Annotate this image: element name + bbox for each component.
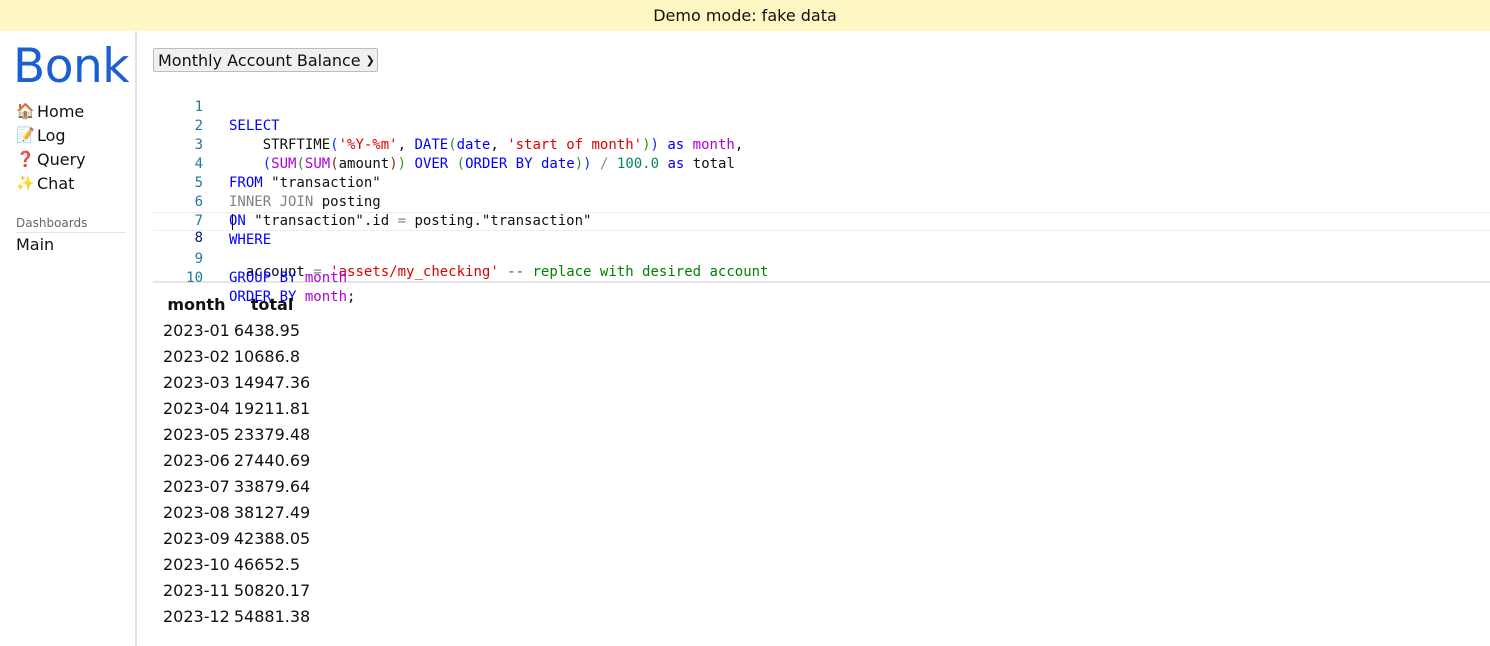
sidebar-nav: 🏠 Home 📝 Log ❓ Query ✨ Chat bbox=[16, 99, 126, 195]
code-line: 5 INNER JOIN posting bbox=[153, 155, 1490, 210]
code-line: 6 ON "transaction".id = posting."transac… bbox=[153, 174, 1490, 229]
table-row: 2023-06 27440.69 bbox=[161, 447, 312, 473]
dashboards-heading: Dashboards bbox=[16, 216, 126, 233]
cell-month: 2023-03 bbox=[163, 372, 230, 392]
cell-total: 19211.81 bbox=[233, 398, 311, 418]
dashboard-item-main[interactable]: Main bbox=[16, 235, 54, 254]
cell-total: 23379.48 bbox=[233, 424, 311, 444]
cell-total: 50820.17 bbox=[233, 580, 311, 600]
demo-mode-text: Demo mode: fake data bbox=[653, 6, 837, 25]
cell-total: 42388.05 bbox=[233, 528, 311, 548]
cell-total: 38127.49 bbox=[233, 502, 311, 522]
cell-month: 2023-06 bbox=[163, 450, 230, 470]
table-row: 2023-08 38127.49 bbox=[161, 499, 312, 525]
table-row: 2023-12 54881.38 bbox=[161, 603, 312, 629]
code-line: 10 ORDER BY month; bbox=[153, 250, 1490, 305]
table-row: 2023-02 10686.8 bbox=[161, 343, 312, 369]
cell-total: 6438.95 bbox=[233, 320, 301, 340]
sidebar: Bonk 🏠 Home 📝 Log ❓ Query ✨ Chat Dashboa… bbox=[0, 31, 137, 646]
table-row: 2023-09 42388.05 bbox=[161, 525, 312, 551]
sidebar-item-label: Chat bbox=[37, 173, 75, 193]
column-header-total: total bbox=[250, 294, 294, 314]
code-line: 1 SELECT bbox=[153, 79, 1490, 134]
column-header-month: month bbox=[167, 294, 226, 314]
cell-month: 2023-04 bbox=[163, 398, 230, 418]
memo-icon: 📝 bbox=[16, 126, 35, 144]
sidebar-item-home[interactable]: 🏠 Home bbox=[16, 99, 126, 123]
code-line: 2 STRFTIME('%Y-%m', DATE(date, 'start of… bbox=[153, 98, 1490, 153]
saved-query-selected-value: Monthly Account Balance bbox=[158, 50, 361, 70]
code-line: 7 WHERE bbox=[153, 193, 1490, 248]
table-row: 2023-10 46652.5 bbox=[161, 551, 312, 577]
table-row: 2023-03 14947.36 bbox=[161, 369, 312, 395]
line-number: 10 bbox=[186, 270, 203, 286]
demo-mode-banner: Demo mode: fake data bbox=[0, 0, 1490, 31]
sidebar-item-label: Query bbox=[37, 149, 86, 169]
table-row: 2023-01 6438.95 bbox=[161, 317, 312, 343]
table-row: 2023-04 19211.81 bbox=[161, 395, 312, 421]
sparkles-icon: ✨ bbox=[16, 174, 35, 192]
cell-month: 2023-01 bbox=[163, 320, 230, 340]
query-page: Monthly Account Balance ❯ 1 SELECT 2 STR… bbox=[153, 31, 1490, 646]
chevron-down-icon: ❯ bbox=[365, 53, 375, 67]
cell-total: 27440.69 bbox=[233, 450, 311, 470]
cell-month: 2023-11 bbox=[163, 580, 230, 600]
cell-month: 2023-08 bbox=[163, 502, 230, 522]
cell-month: 2023-02 bbox=[163, 346, 230, 366]
cell-month: 2023-12 bbox=[163, 606, 230, 626]
cell-total: 33879.64 bbox=[233, 476, 311, 496]
sidebar-item-label: Log bbox=[37, 125, 66, 145]
code-line: 4 FROM "transaction" bbox=[153, 136, 1490, 191]
code-line: 9 GROUP BY month bbox=[153, 231, 1490, 286]
cell-month: 2023-10 bbox=[163, 554, 230, 574]
table-row: 2023-11 50820.17 bbox=[161, 577, 312, 603]
saved-query-select[interactable]: Monthly Account Balance ❯ bbox=[153, 48, 378, 72]
cell-month: 2023-05 bbox=[163, 424, 230, 444]
results-body: 2023-01 6438.95 2023-02 10686.8 2023-03 14947… bbox=[161, 317, 312, 629]
question-icon: ❓ bbox=[16, 150, 35, 168]
app-logo[interactable]: Bonk bbox=[13, 39, 130, 95]
sidebar-item-query[interactable]: ❓ Query bbox=[16, 147, 126, 171]
home-icon: 🏠 bbox=[16, 102, 35, 120]
code-text: GROUP BY month bbox=[229, 270, 348, 286]
cell-total: 46652.5 bbox=[233, 554, 301, 574]
table-header-row: month total bbox=[161, 291, 312, 317]
table-row: 2023-05 23379.48 bbox=[161, 421, 312, 447]
code-line-active: 8 account = 'assets/my_checking' -- repl… bbox=[153, 212, 1490, 280]
sidebar-item-log[interactable]: 📝 Log bbox=[16, 123, 126, 147]
cell-month: 2023-09 bbox=[163, 528, 230, 548]
cell-month: 2023-07 bbox=[163, 476, 230, 496]
code-line: 3 (SUM(SUM(amount)) OVER (ORDER BY date)… bbox=[153, 117, 1490, 172]
sidebar-item-chat[interactable]: ✨ Chat bbox=[16, 171, 126, 195]
cell-total: 54881.38 bbox=[233, 606, 311, 626]
sql-editor[interactable]: 1 SELECT 2 STRFTIME('%Y-%m', DATE(date, … bbox=[153, 79, 1490, 305]
sidebar-item-label: Home bbox=[37, 101, 85, 121]
text-cursor bbox=[232, 214, 233, 230]
cell-total: 14947.36 bbox=[233, 372, 311, 392]
cell-total: 10686.8 bbox=[233, 346, 301, 366]
table-row: 2023-07 33879.64 bbox=[161, 473, 312, 499]
results-table: month total 2023-01 6438.95 2023-02 10686.8… bbox=[161, 291, 312, 629]
